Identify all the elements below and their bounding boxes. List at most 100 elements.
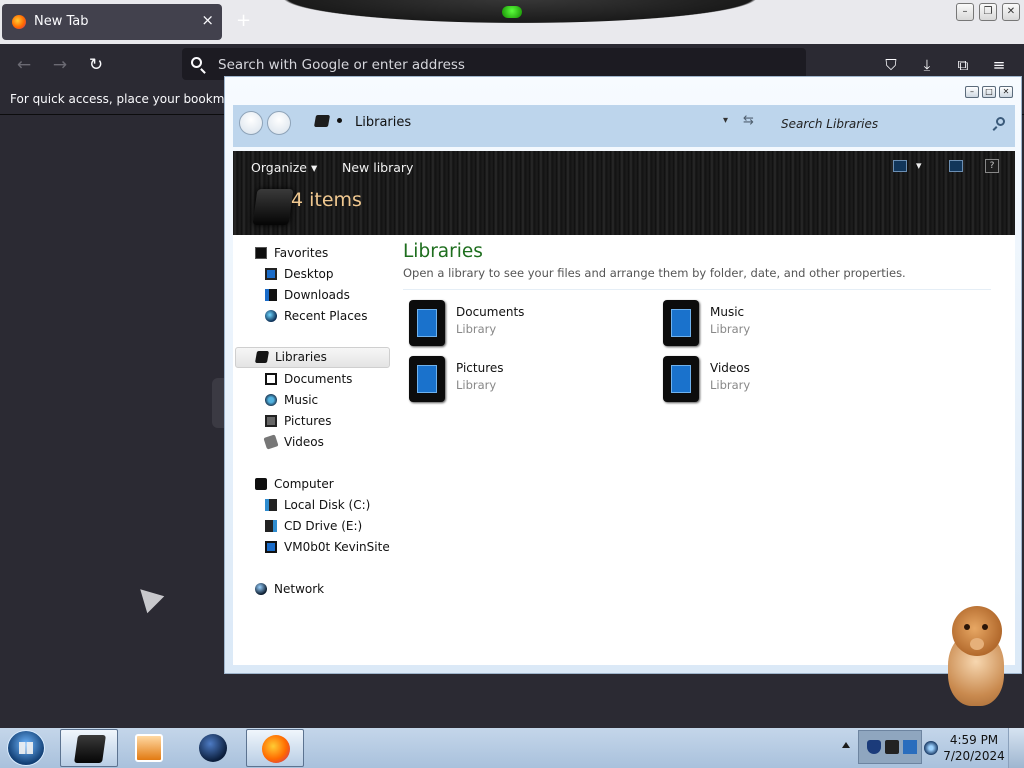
pictures-icon [265, 415, 277, 427]
clock-time: 4:59 PM [949, 733, 999, 747]
videos-icon [263, 434, 279, 450]
extensions-icon[interactable]: ⧉ [952, 54, 974, 76]
browser-minimize-button[interactable]: – [956, 3, 974, 21]
search-icon [191, 57, 202, 68]
address-dropdown-icon[interactable]: ▾ [723, 115, 728, 126]
change-view-icon[interactable] [893, 160, 907, 172]
music-library-icon [663, 300, 699, 346]
nav-computer[interactable]: Computer [233, 474, 391, 495]
library-name: Videos [710, 361, 750, 375]
browser-close-button[interactable]: ✕ [1002, 3, 1020, 21]
search-icon[interactable] [996, 117, 1005, 126]
nav-desktop[interactable]: Desktop [233, 264, 391, 285]
reload-icon[interactable]: ↻ [84, 54, 108, 76]
libraries-window: – □ ✕ Libraries ▾ ⇆ Organize ▾ New libra… [224, 76, 1022, 674]
library-item-documents[interactable]: Documents Library [403, 297, 643, 347]
media-player-icon [135, 734, 163, 762]
volume-icon[interactable] [924, 741, 938, 755]
explorer-maximize-button[interactable]: □ [982, 86, 996, 98]
explorer-search-box[interactable] [779, 111, 1011, 137]
library-name: Documents [456, 305, 525, 319]
nav-downloads[interactable]: Downloads [233, 285, 391, 306]
tab-title: New Tab [34, 14, 89, 29]
nav-label: Recent Places [284, 309, 368, 323]
library-item-pictures[interactable]: Pictures Library [403, 353, 643, 403]
hamster-gadget[interactable] [944, 606, 1006, 708]
back-arrow-icon[interactable]: ← [12, 54, 36, 76]
refresh-icon[interactable]: ⇆ [743, 113, 754, 128]
nav-label: VM0b0t KevinSite [284, 540, 390, 554]
hamster-nose [970, 638, 984, 650]
pictures-library-icon [409, 356, 445, 402]
nav-label: Documents [284, 372, 353, 386]
nav-label: Downloads [284, 288, 350, 302]
computer-tray-icon[interactable] [885, 740, 899, 754]
theme-decoration-light [502, 6, 522, 18]
view-dropdown-icon[interactable]: ▾ [916, 159, 922, 172]
taskbar-firefox[interactable] [246, 729, 304, 767]
network-tray-icon[interactable] [903, 740, 917, 754]
computer-icon [255, 478, 267, 490]
nav-cd-drive[interactable]: CD Drive (E:) [233, 516, 391, 537]
nav-libraries[interactable]: Libraries [235, 347, 390, 368]
library-item-music[interactable]: Music Library [657, 297, 897, 347]
libraries-icon [254, 351, 270, 363]
explorer-forward-button[interactable] [267, 111, 291, 135]
firefox-favicon-icon [12, 15, 26, 29]
hard-disk-icon [265, 499, 277, 511]
nav-music[interactable]: Music [233, 390, 391, 411]
start-button[interactable] [7, 730, 45, 766]
explorer-back-button[interactable] [239, 111, 263, 135]
downloads-icon [265, 289, 277, 301]
library-item-videos[interactable]: Videos Library [657, 353, 897, 403]
nav-label: Computer [274, 477, 334, 491]
new-tab-button[interactable]: + [236, 10, 251, 31]
nav-network[interactable]: Network [233, 579, 391, 600]
nav-label: Videos [284, 435, 324, 449]
explorer-minimize-button[interactable]: – [965, 86, 979, 98]
download-icon[interactable]: ⤓ [916, 54, 938, 76]
taskbar-browser[interactable] [184, 729, 242, 767]
hamster-eye [982, 624, 988, 630]
new-library-button[interactable]: New library [342, 160, 413, 175]
security-shield-icon[interactable] [867, 740, 881, 754]
firefox-icon [262, 735, 290, 763]
notification-area[interactable] [858, 730, 922, 764]
preview-pane-icon[interactable] [949, 160, 963, 172]
tab-close-icon[interactable]: × [201, 11, 214, 29]
show-desktop-button[interactable] [1008, 728, 1024, 768]
nav-label: Favorites [274, 246, 329, 260]
nav-pictures[interactable]: Pictures [233, 411, 391, 432]
nav-favorites[interactable]: Favorites [233, 243, 391, 264]
taskbar-explorer[interactable] [60, 729, 118, 767]
tab-new-tab[interactable]: New Tab × [2, 4, 222, 40]
library-name: Music [710, 305, 745, 319]
explorer-search-input[interactable] [779, 111, 983, 137]
nav-recent-places[interactable]: Recent Places [233, 306, 391, 327]
nav-local-disk[interactable]: Local Disk (C:) [233, 495, 391, 516]
page-title: Libraries [403, 241, 483, 262]
taskbar-media-player[interactable] [120, 729, 178, 767]
help-icon[interactable]: ? [985, 159, 999, 173]
library-name: Pictures [456, 361, 504, 375]
recent-places-icon [265, 310, 277, 322]
clock-date: 7/20/2024 [943, 749, 1005, 763]
breadcrumb-separator-icon[interactable] [337, 118, 342, 123]
nav-documents[interactable]: Documents [233, 369, 391, 390]
breadcrumb-libraries[interactable]: Libraries [355, 115, 411, 130]
windows-logo-icon [19, 742, 33, 754]
nav-network-share[interactable]: VM0b0t KevinSite [233, 537, 391, 558]
address-input[interactable] [216, 54, 780, 76]
explorer-close-button[interactable]: ✕ [999, 86, 1013, 98]
browser-restore-button[interactable]: ❐ [979, 3, 997, 21]
menu-icon[interactable]: ≡ [988, 54, 1010, 76]
tray-expand-icon[interactable] [842, 742, 850, 748]
documents-icon [265, 373, 277, 385]
organize-button[interactable]: Organize ▾ [251, 160, 317, 175]
favorites-icon [255, 247, 267, 259]
music-icon [265, 394, 277, 406]
pocket-icon[interactable]: ⛉ [880, 54, 902, 76]
forward-arrow-icon[interactable]: → [48, 54, 72, 76]
nav-videos[interactable]: Videos [233, 432, 391, 453]
clock[interactable]: 4:59 PM 7/20/2024 [942, 732, 1006, 764]
